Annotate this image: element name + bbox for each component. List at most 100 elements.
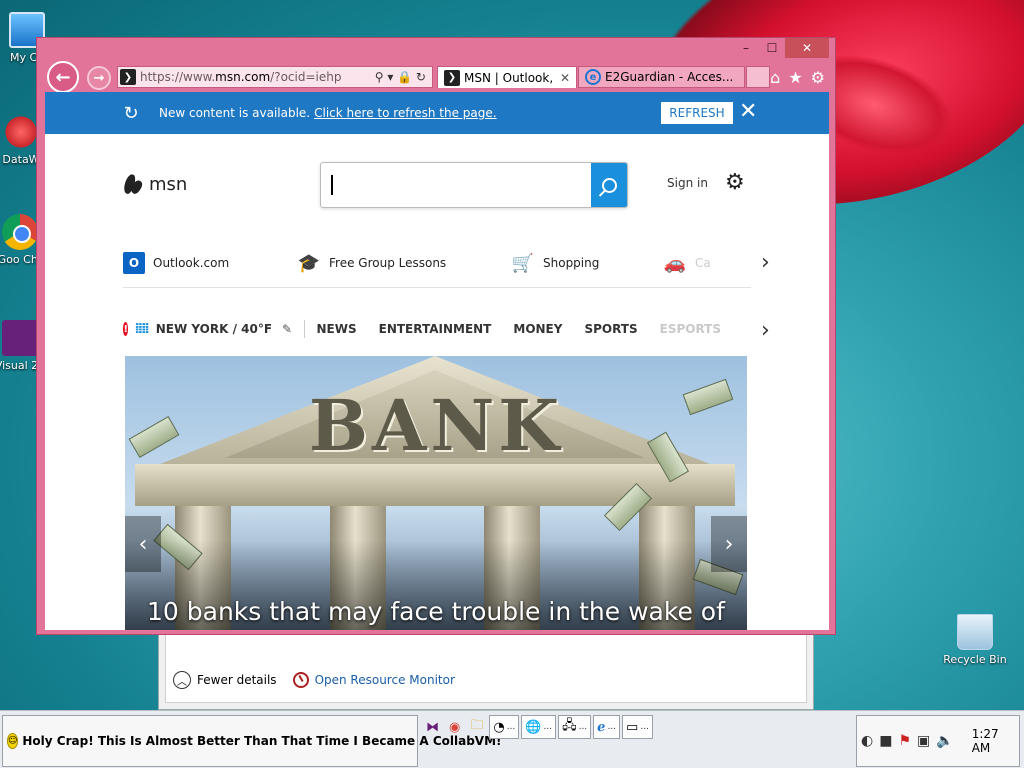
fewer-details-button[interactable]: ︿ Fewer details (173, 671, 277, 689)
chevron-up-icon: ︿ (173, 671, 191, 689)
taskbar-app-2-button[interactable]: 🌐... (521, 715, 557, 739)
tray-flag-icon[interactable]: ⚑ (898, 733, 911, 749)
quick-link-cars[interactable]: 🚗 Ca (663, 252, 711, 274)
weather-alert-icon[interactable]: ! (123, 322, 129, 336)
nav-money[interactable]: MONEY (513, 322, 562, 336)
edit-pencil-icon[interactable]: ✎ (282, 322, 292, 336)
tab-e2guardian[interactable]: e E2Guardian - Acces... (578, 66, 745, 88)
more-dots: ... (578, 722, 588, 732)
tray-status-icon[interactable]: ◐ (861, 733, 873, 749)
quick-link-outlook[interactable]: O Outlook.com (123, 252, 229, 274)
quick-link-free-group-lessons[interactable]: 🎓 Free Group Lessons (297, 252, 446, 274)
task-manager-footer: ︿ Fewer details Open Resource Monitor (173, 671, 455, 689)
nav-sports[interactable]: SPORTS (584, 322, 637, 336)
taskbar-internet-explorer-button[interactable]: ℯ... (593, 715, 621, 739)
nav-entertainment[interactable]: ENTERTAINMENT (379, 322, 492, 336)
back-button[interactable]: ← (47, 61, 79, 93)
home-icon[interactable]: ⌂ (770, 68, 780, 87)
refresh-button[interactable]: REFRESH (661, 102, 733, 124)
msn-favicon-icon: ❯ (444, 69, 460, 86)
nav-news[interactable]: NEWS (317, 322, 357, 336)
open-resource-monitor-link[interactable]: Open Resource Monitor (292, 672, 455, 688)
minimize-button[interactable]: – (733, 38, 759, 58)
address-url[interactable]: https://www.msn.com/?ocid=iehp (140, 70, 375, 84)
more-dots: ... (543, 722, 553, 732)
new-tab-button[interactable] (746, 66, 770, 88)
recycle-bin-icon (957, 614, 993, 650)
notification-message: New content is available. (159, 106, 311, 120)
shopping-cart-icon: 🛒 (511, 252, 535, 274)
page-content: ↻ New content is available. Click here to… (45, 92, 829, 630)
network-icon: 🖧 (562, 718, 577, 733)
close-notification-icon[interactable]: ✕ (739, 100, 757, 124)
more-dots: ... (640, 722, 649, 732)
maximize-button[interactable]: ☐ (759, 38, 785, 58)
internet-explorer-icon: ℯ (597, 719, 606, 735)
nav-esports[interactable]: ESPORTS (660, 322, 721, 336)
smiley-icon: ☺ (7, 733, 19, 749)
tray-network-icon[interactable]: ▣ (917, 733, 930, 749)
more-dots: ... (607, 722, 617, 732)
globe-icon: 🌐 (525, 719, 542, 735)
msn-logo-text: msn (149, 173, 188, 195)
desktop-icon-recycle-bin[interactable]: Recycle Bin (938, 614, 1012, 666)
taskbar: ☺ Holy Crap! This Is Almost Better Than … (0, 710, 1024, 768)
address-bar[interactable]: ❯ https://www.msn.com/?ocid=iehp ⚲ ▾ 🔒 ↻ (117, 66, 433, 88)
window-caption-buttons: – ☐ ✕ (733, 38, 829, 58)
notification-bar: ↻ New content is available. Click here to… (45, 92, 829, 134)
msn-butterfly-icon (123, 172, 143, 196)
sign-in-link[interactable]: Sign in (667, 176, 708, 190)
taskbar-chrome-button[interactable]: ◉ (445, 715, 464, 739)
search-button[interactable] (591, 163, 627, 207)
msn-logo[interactable]: msn (123, 172, 187, 196)
forward-button[interactable]: → (87, 66, 111, 90)
taskbar-active-window[interactable]: ☺ Holy Crap! This Is Almost Better Than … (2, 715, 502, 767)
taskbar-explorer-button[interactable]: 🗀 (466, 715, 487, 739)
command-prompt-icon: ▭ (626, 719, 639, 735)
taskbar-apps: ⧓ ◉ 🗀 ◔... 🌐... 🖧... ℯ... ▭... (422, 715, 653, 739)
fewer-details-label: Fewer details (197, 673, 277, 687)
tools-gear-icon[interactable]: ⚙ (811, 68, 825, 87)
tray-stop-icon[interactable]: ■ (879, 733, 892, 749)
address-tools[interactable]: ⚲ ▾ 🔒 ↻ (375, 70, 432, 84)
tab-msn[interactable]: ❯ MSN | Outlook, ... ✕ (437, 66, 577, 88)
close-window-button[interactable]: ✕ (785, 38, 829, 58)
quick-link-label: Ca (695, 256, 711, 270)
notification-text: New content is available. Click here to r… (159, 106, 497, 120)
clock[interactable]: 1:27 AM (972, 727, 1019, 755)
taskbar-app-1-button[interactable]: ◔... (489, 715, 520, 739)
taskbar-cmd-button[interactable]: ▭... (622, 715, 653, 739)
url-prefix: https://www. (140, 70, 216, 84)
close-tab-icon[interactable]: ✕ (560, 71, 570, 85)
graduation-cap-icon: 🎓 (297, 252, 321, 274)
refresh-icon: ↻ (123, 102, 139, 124)
data-app-icon (3, 114, 39, 150)
chrome-icon (2, 214, 38, 250)
quick-link-shopping[interactable]: 🛒 Shopping (511, 252, 600, 274)
tray-volume-icon[interactable]: 🔈 (936, 733, 953, 749)
settings-gear-icon[interactable]: ⚙ (725, 170, 745, 195)
url-rest: /?ocid=iehp (270, 70, 342, 84)
quick-links-next-arrow[interactable]: › (761, 250, 770, 275)
hero-carousel[interactable]: BANK ‹ › 10 banks that may face trouble … (125, 356, 747, 630)
carousel-prev-button[interactable]: ‹ (125, 516, 161, 572)
taskbar-visual-studio-button[interactable]: ⧓ (422, 715, 443, 739)
quick-links: O Outlook.com 🎓 Free Group Lessons 🛒 Sho… (123, 252, 751, 288)
weather-location[interactable]: NEW YORK / 40°F (156, 322, 272, 336)
favorites-star-icon[interactable]: ★ (788, 68, 802, 87)
chrome-icon: ◉ (449, 719, 461, 735)
outlook-icon: O (123, 252, 145, 274)
carousel-next-button[interactable]: › (711, 516, 747, 572)
rain-icon: ⁞⁞⁞⁞ (134, 321, 149, 337)
refresh-page-link[interactable]: Click here to refresh the page. (314, 106, 496, 120)
quick-link-label: Free Group Lessons (329, 256, 447, 270)
search-box (320, 162, 628, 208)
nav-next-arrow[interactable]: › (761, 318, 770, 343)
internet-explorer-window: – ☐ ✕ ← → ❯ https://www.msn.com/?ocid=ie… (36, 37, 836, 635)
url-domain: msn.com (215, 70, 271, 84)
hero-headline[interactable]: 10 banks that may face trouble in the wa… (147, 597, 725, 626)
command-icons: ⌂ ★ ⚙ (770, 68, 825, 87)
taskbar-app-3-button[interactable]: 🖧... (558, 715, 592, 739)
search-input[interactable] (331, 175, 591, 195)
more-dots: ... (506, 722, 516, 732)
